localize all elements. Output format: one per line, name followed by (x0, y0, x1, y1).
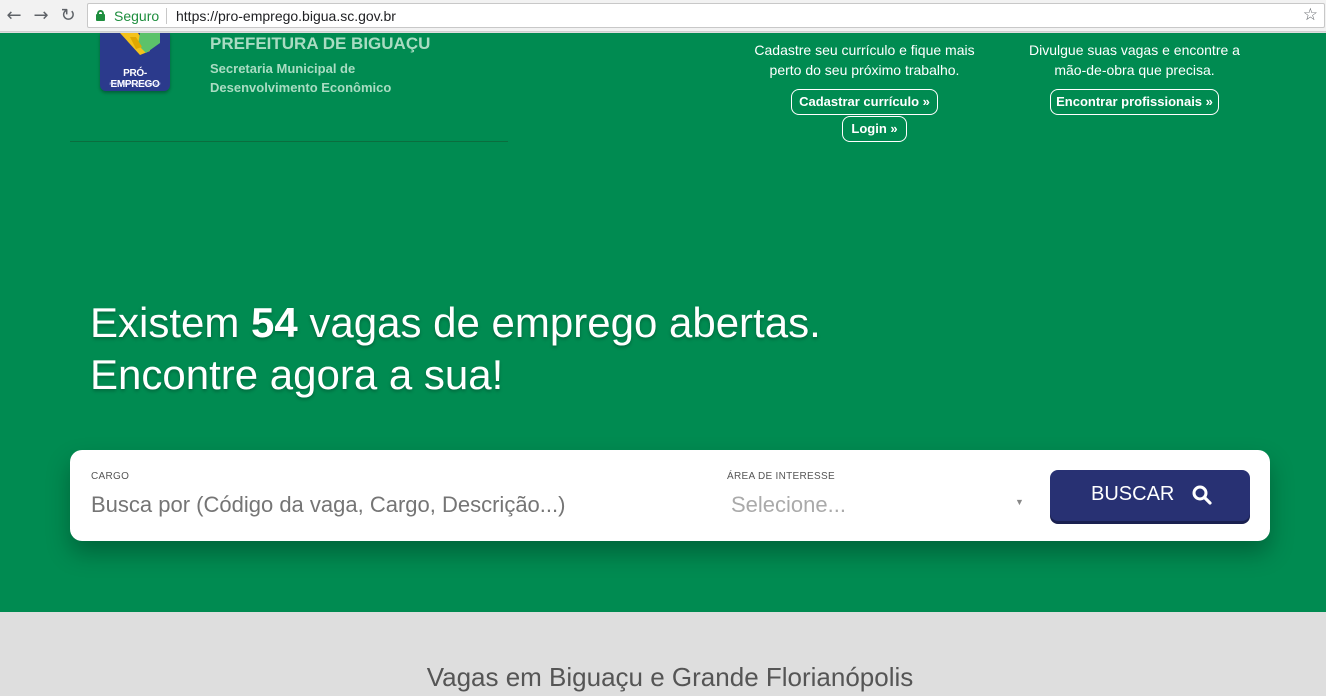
reload-icon[interactable]: ↻ (57, 5, 79, 27)
address-divider (166, 8, 167, 24)
headline-prefix: Existem (90, 299, 252, 346)
org-subtitle-line2: Desenvolvimento Econômico (210, 80, 392, 95)
secure-label: Seguro (114, 8, 160, 24)
pro-emprego-logo[interactable]: PRÓ-EMPREGO PREFEITURA DE BIGUAÇU (100, 33, 170, 91)
search-button-label: BUSCAR (1091, 483, 1175, 505)
header-divider (70, 141, 508, 142)
cargo-search-input[interactable] (91, 492, 691, 518)
forward-icon[interactable]: → (30, 5, 52, 27)
register-resume-button[interactable]: Cadastrar currículo » (791, 89, 938, 115)
employer-cta-text: Divulgue suas vagas e encontre a mão-de-… (1019, 40, 1250, 80)
headline-suffix: vagas de emprego abertas. (297, 299, 821, 346)
org-title: PREFEITURA DE BIGUAÇU (210, 34, 431, 53)
candidate-cta-text: Cadastre seu currículo e fique mais pert… (744, 40, 985, 80)
employer-cta-line2: mão-de-obra que precisa. (1054, 62, 1215, 78)
headline-line2: Encontre agora a sua! (90, 351, 504, 398)
magnifier-icon (1192, 485, 1212, 505)
back-icon[interactable]: ← (3, 5, 25, 27)
search-button[interactable]: BUSCAR (1050, 470, 1250, 521)
chevron-down-icon[interactable]: ▼ (1015, 497, 1024, 507)
job-count: 54 (251, 299, 298, 346)
bookmark-star-icon[interactable]: ☆ (1303, 5, 1318, 25)
handshake-icon (120, 33, 160, 55)
candidate-cta-line1: Cadastre seu currículo e fique mais (754, 42, 975, 58)
find-professionals-button[interactable]: Encontrar profissionais » (1050, 89, 1219, 115)
logo-subtext: PREFEITURA DE BIGUAÇU (109, 81, 161, 86)
search-card: CARGO ÁREA DE INTERESSE Selecione... ▼ B… (70, 450, 1270, 541)
employer-cta-line1: Divulgue suas vagas e encontre a (1029, 42, 1240, 58)
candidate-cta-line2: perto do seu próximo trabalho. (769, 62, 960, 78)
hero-headline: Existem 54 vagas de emprego abertas. Enc… (90, 297, 821, 401)
browser-toolbar: ← → ↻ Seguro https://pro-emprego.bigua.s… (0, 0, 1326, 32)
headline-line1: Existem 54 vagas de emprego abertas. (90, 297, 821, 349)
login-button[interactable]: Login » (842, 116, 907, 142)
lock-icon (96, 10, 105, 21)
org-subtitle: Secretaria Municipal de Desenvolvimento … (210, 59, 470, 97)
area-select[interactable]: Selecione... (731, 492, 1021, 518)
url-text[interactable]: https://pro-emprego.bigua.sc.gov.br (176, 8, 396, 24)
cargo-label: CARGO (91, 471, 130, 482)
section-title: Vagas em Biguaçu e Grande Florianópolis (426, 662, 914, 692)
hero-section: PRÓ-EMPREGO PREFEITURA DE BIGUAÇU PREFEI… (0, 33, 1326, 612)
area-label: ÁREA DE INTERESSE (727, 471, 835, 482)
address-bar[interactable]: Seguro https://pro-emprego.bigua.sc.gov.… (87, 3, 1325, 28)
org-subtitle-line1: Secretaria Municipal de (210, 61, 356, 76)
logo-text: PRÓ-EMPREGO (110, 68, 160, 90)
